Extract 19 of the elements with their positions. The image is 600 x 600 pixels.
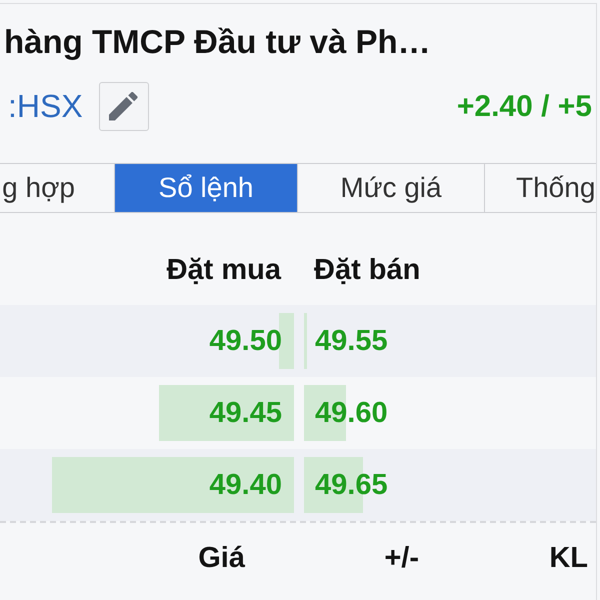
ask-price: 49.65	[315, 468, 388, 502]
tab[interactable]: Mức giá	[298, 164, 485, 212]
column-header: KL	[549, 542, 588, 574]
column-header: +/-	[384, 542, 419, 574]
column-header: Đặt mua	[166, 254, 281, 286]
pencil-icon	[109, 92, 138, 121]
bid-price: 49.50	[209, 324, 282, 358]
price-change: +2.40 / +5	[456, 90, 592, 124]
bid-price: 49.40	[209, 468, 282, 502]
column-header: Đặt bán	[314, 254, 420, 286]
edit-button[interactable]	[98, 82, 149, 131]
bid-price: 49.45	[209, 396, 282, 430]
ticker-link[interactable]: :HSX	[8, 88, 83, 125]
ask-price: 49.60	[315, 396, 388, 430]
column-header: Giá	[198, 542, 245, 574]
tab[interactable]: Sổ lệnh	[115, 164, 298, 212]
stock-name: hàng TMCP Đầu tư và Ph…	[3, 22, 432, 60]
ask-price: 49.55	[315, 324, 388, 358]
tab[interactable]: Thống	[485, 164, 596, 212]
